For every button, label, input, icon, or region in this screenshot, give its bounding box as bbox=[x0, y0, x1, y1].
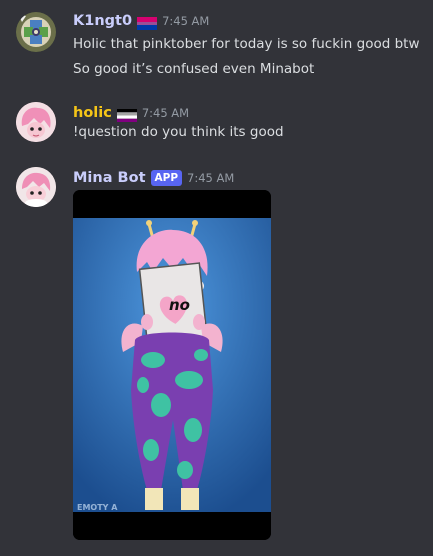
gif-embed[interactable]: no EMOTY A bbox=[73, 190, 271, 540]
message-text: So good it’s confused even Minabot bbox=[73, 61, 315, 77]
username[interactable]: Mina Bot bbox=[73, 170, 146, 186]
avatar-mina-bot[interactable] bbox=[16, 167, 56, 207]
message-k1ngt0: K1ngt0 7:45 AM Holic that pinktober for … bbox=[0, 0, 433, 90]
avatar-k1ngt0[interactable] bbox=[16, 12, 56, 52]
asexual-flag-icon bbox=[116, 107, 137, 122]
message-holic: holic 7:45 AM !question do you think its… bbox=[0, 95, 433, 155]
message-header: holic 7:45 AM bbox=[73, 103, 189, 123]
avatar-holic[interactable] bbox=[16, 102, 56, 142]
anime-avatar-icon bbox=[16, 102, 56, 142]
username[interactable]: K1ngt0 bbox=[73, 13, 132, 29]
gif-image: no EMOTY A bbox=[73, 190, 271, 540]
flower-emblem-icon bbox=[16, 12, 56, 52]
bisexual-flag-icon bbox=[137, 15, 158, 30]
timestamp: 7:45 AM bbox=[187, 171, 235, 185]
timestamp: 7:45 AM bbox=[162, 14, 210, 28]
anime-avatar-icon bbox=[16, 167, 56, 207]
timestamp: 7:45 AM bbox=[141, 106, 190, 120]
message-header: Mina Bot APP 7:45 AM bbox=[73, 168, 234, 188]
message-text: Holic that pinktober for today is so fuc… bbox=[73, 36, 420, 52]
message-text: !question do you think its good bbox=[73, 124, 284, 140]
gif-watermark: EMOTY A bbox=[77, 503, 118, 512]
sign-text: no bbox=[169, 296, 190, 314]
app-badge: APP bbox=[150, 170, 183, 186]
message-header: K1ngt0 7:45 AM bbox=[73, 11, 209, 31]
username[interactable]: holic bbox=[73, 105, 112, 121]
